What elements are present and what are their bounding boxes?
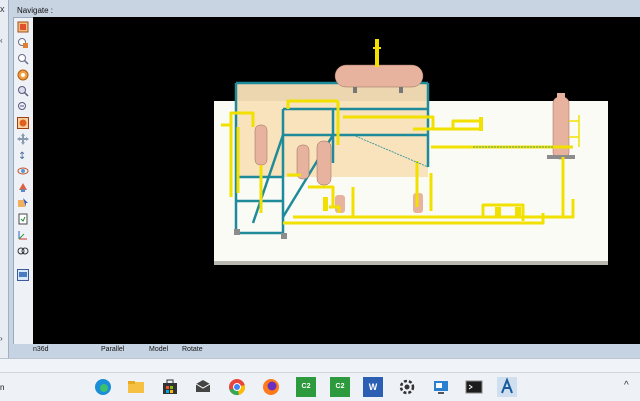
taskbar: n C2 C2 W ^ bbox=[0, 372, 640, 401]
remote-desktop-icon[interactable] bbox=[431, 377, 451, 397]
shaded-view-icon[interactable] bbox=[17, 117, 29, 129]
orbit-icon[interactable] bbox=[17, 165, 29, 177]
file-explorer-icon[interactable] bbox=[126, 377, 146, 397]
settings-view-icon[interactable] bbox=[17, 269, 29, 281]
reactor-vessel bbox=[254, 124, 268, 166]
mail-icon[interactable] bbox=[193, 377, 213, 397]
status-action: Rotate bbox=[182, 346, 203, 353]
axis-icon[interactable] bbox=[17, 229, 29, 241]
zoom-previous-icon[interactable] bbox=[17, 53, 29, 65]
select-icon[interactable] bbox=[17, 197, 29, 209]
cad-app-icon[interactable] bbox=[497, 377, 517, 397]
settings-icon[interactable] bbox=[397, 377, 417, 397]
zoom-extents-icon[interactable] bbox=[17, 21, 29, 33]
status-projection: Parallel bbox=[101, 346, 125, 353]
clip-icon[interactable] bbox=[17, 213, 29, 225]
chevron-left-icon[interactable]: ‹ bbox=[0, 36, 3, 45]
show-hidden-icons-icon[interactable]: ^ bbox=[624, 380, 629, 391]
word-icon[interactable]: W bbox=[363, 377, 383, 397]
status-view-name: n36d bbox=[33, 346, 49, 353]
terminal-icon[interactable] bbox=[464, 377, 484, 397]
edge-icon[interactable] bbox=[93, 377, 113, 397]
status-mode: Model bbox=[149, 346, 169, 353]
3d-viewport[interactable] bbox=[33, 17, 640, 344]
chevron-down-icon[interactable]: › bbox=[0, 334, 3, 343]
zoom-window-icon[interactable] bbox=[17, 37, 29, 49]
left-panel-edge: x ‹ › bbox=[0, 0, 9, 372]
store-icon[interactable] bbox=[160, 377, 180, 397]
move-icon[interactable] bbox=[17, 133, 29, 145]
status-bar: n36d Parallel Model Rotate bbox=[9, 344, 640, 357]
zoom-out-icon[interactable] bbox=[17, 101, 29, 113]
overhead-drum bbox=[334, 39, 424, 93]
zoom-in-icon[interactable] bbox=[17, 85, 29, 97]
taskbar-search-text[interactable]: n bbox=[0, 383, 4, 392]
walk-icon[interactable]: ↕ bbox=[17, 149, 29, 161]
navigator-title: Navigate : bbox=[17, 6, 54, 15]
ground-edge bbox=[214, 261, 608, 265]
c2-app-icon-2[interactable]: C2 bbox=[330, 377, 350, 397]
plant-model-view[interactable] bbox=[33, 17, 640, 344]
c2-app-icon[interactable]: C2 bbox=[296, 377, 316, 397]
view-toolbar: ↕ bbox=[13, 17, 35, 345]
window-bottom-strip bbox=[0, 358, 640, 373]
chrome-icon[interactable] bbox=[227, 377, 247, 397]
close-icon[interactable]: x bbox=[0, 4, 5, 14]
pan-view-icon[interactable] bbox=[17, 69, 29, 81]
fly-icon[interactable] bbox=[17, 181, 29, 193]
camera-icon[interactable] bbox=[17, 245, 29, 257]
firefox-icon[interactable] bbox=[261, 377, 281, 397]
svg-text:↕: ↕ bbox=[18, 151, 26, 161]
